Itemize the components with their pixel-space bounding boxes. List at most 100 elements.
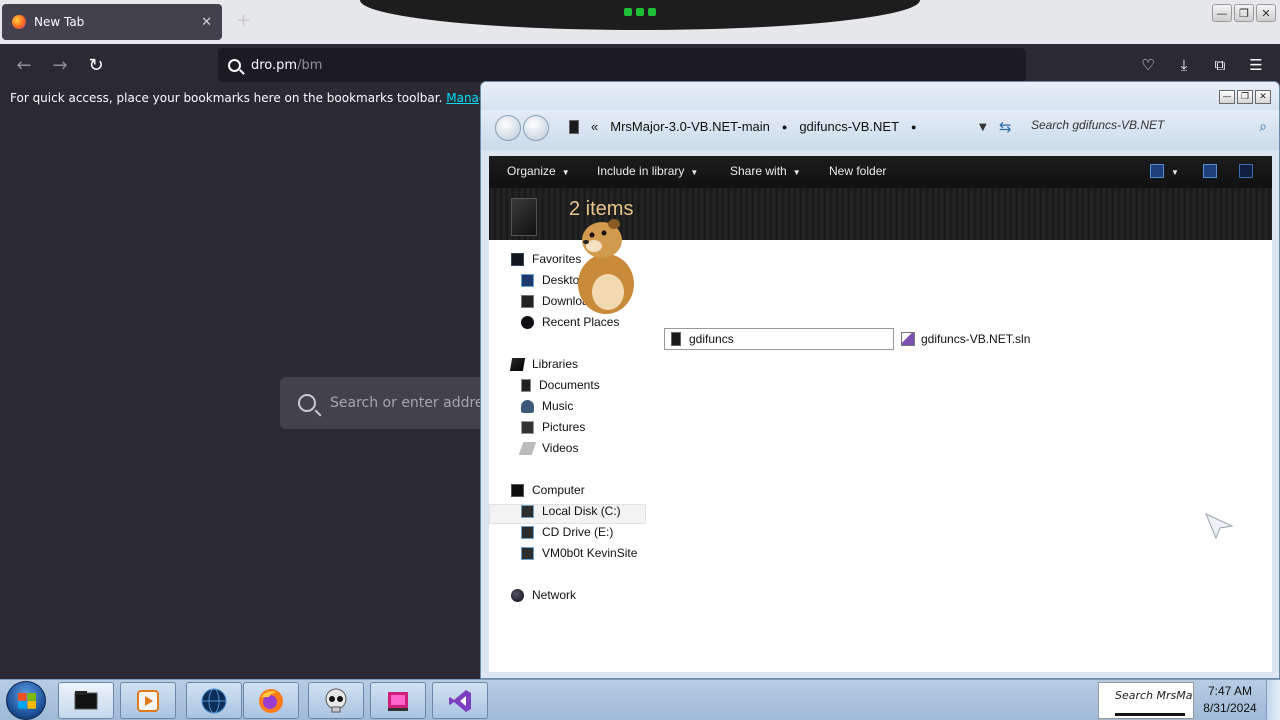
- url-bar[interactable]: dro.pm/bm: [218, 48, 1026, 82]
- green-indicator-icon: [624, 8, 632, 16]
- nav-computer[interactable]: Computer: [511, 483, 585, 497]
- minimize-button[interactable]: —: [1219, 90, 1235, 104]
- nav-label: Computer: [532, 483, 585, 497]
- reload-icon[interactable]: ↻: [85, 54, 107, 76]
- pictures-icon: [521, 420, 534, 434]
- back-button[interactable]: [495, 115, 521, 141]
- folder-icon: [671, 332, 681, 346]
- forward-button[interactable]: [523, 115, 549, 141]
- globe-icon: [201, 688, 227, 713]
- media-encoder-icon: [388, 691, 408, 711]
- chevron-down-icon: ▼: [792, 168, 801, 177]
- new-folder-label: New folder: [829, 164, 887, 178]
- restore-button[interactable]: ❐: [1237, 90, 1253, 104]
- media-player-icon: [137, 689, 159, 712]
- green-indicator-icon: [648, 8, 656, 16]
- breadcrumb-overflow[interactable]: «: [591, 119, 598, 134]
- explorer-search-placeholder: Search gdifuncs-VB.NET: [1031, 118, 1165, 132]
- breadcrumb-item[interactable]: MrsMajor-3.0-VB.NET-main: [610, 119, 770, 134]
- explorer-window: — ❐ ✕ « MrsMajor-3.0-VB.NET-main ● gdifu…: [480, 81, 1280, 679]
- search-icon: [298, 394, 316, 412]
- browser-nav-bar: ← → ↻ dro.pm/bm ♡ ⤓ ⧉ ☰: [0, 44, 1280, 86]
- tab-title: New Tab: [34, 15, 85, 29]
- cd-drive-icon: [521, 525, 534, 539]
- nav-libraries[interactable]: Libraries: [509, 357, 578, 371]
- view-dropdown-icon[interactable]: ▼: [1171, 164, 1179, 178]
- breadcrumb-separator-icon[interactable]: ●: [782, 122, 787, 132]
- nav-music[interactable]: Music: [521, 399, 573, 413]
- explorer-window-controls: — ❐ ✕: [1219, 90, 1271, 104]
- folder-icon: [569, 119, 579, 134]
- refresh-icon[interactable]: ⇆: [999, 118, 1012, 136]
- include-in-library-label: Include in library: [597, 164, 685, 178]
- nav-favorites[interactable]: Favorites: [511, 252, 581, 266]
- nav-cd-drive[interactable]: CD Drive (E:): [521, 525, 613, 539]
- videos-icon: [518, 441, 537, 455]
- include-in-library-menu[interactable]: Include in library ▼: [597, 164, 698, 178]
- forward-arrow-icon[interactable]: →: [49, 54, 71, 76]
- back-arrow-icon[interactable]: ←: [13, 54, 35, 76]
- nav-label: CD Drive (E:): [542, 525, 614, 539]
- breadcrumb[interactable]: « MrsMajor-3.0-VB.NET-main ● gdifuncs-VB…: [569, 119, 916, 134]
- nav-videos[interactable]: Videos: [518, 441, 579, 455]
- minimize-button[interactable]: —: [1212, 4, 1232, 22]
- taskbar-app-media-player[interactable]: [120, 682, 176, 719]
- file-item-folder[interactable]: gdifuncs: [664, 328, 894, 350]
- nav-documents[interactable]: Documents: [521, 378, 600, 392]
- nav-label: Local Disk (C:): [542, 504, 621, 518]
- explorer-command-bar: Organize ▼ Include in library ▼ Share with…: [489, 156, 1272, 188]
- new-tab-button[interactable]: +: [236, 10, 251, 31]
- new-folder-button[interactable]: New folder: [829, 164, 886, 178]
- clock-date: 8/31/2024: [1203, 701, 1257, 715]
- file-item-solution[interactable]: gdifuncs-VB.NET.sln: [901, 328, 1030, 350]
- nav-recent-places[interactable]: Recent Places: [521, 315, 619, 329]
- taskbar-app-firefox[interactable]: [243, 682, 299, 719]
- hamster-mascot-icon: [578, 219, 634, 314]
- nav-local-disk[interactable]: Local Disk (C:): [521, 504, 621, 518]
- search-icon: [228, 58, 241, 72]
- firefox-icon: [259, 688, 283, 713]
- url-path: /bm: [297, 57, 323, 73]
- download-icon[interactable]: ⤓: [1174, 55, 1194, 75]
- hamburger-menu-icon[interactable]: ☰: [1246, 55, 1266, 75]
- preview-pane-icon[interactable]: [1203, 164, 1217, 178]
- breadcrumb-item[interactable]: gdifuncs-VB.NET: [799, 119, 899, 134]
- change-view-icon[interactable]: [1150, 164, 1164, 178]
- browser-window-controls: — ❐ ✕: [1212, 4, 1276, 22]
- file-name: gdifuncs: [689, 332, 734, 346]
- taskbar-search-box[interactable]: Search MrsMa: [1098, 682, 1194, 719]
- nav-network-drive[interactable]: VM0b0t KevinSite: [521, 546, 637, 560]
- restore-button[interactable]: ❐: [1234, 4, 1254, 22]
- address-dropdown-icon[interactable]: ▼: [979, 122, 987, 133]
- explorer-title-bar[interactable]: — ❐ ✕: [481, 82, 1279, 110]
- pocket-icon[interactable]: ♡: [1138, 55, 1158, 75]
- search-icon[interactable]: ⌕: [1259, 118, 1267, 135]
- taskbar-app-visual-studio[interactable]: [432, 682, 488, 719]
- taskbar-app-file-manager[interactable]: [58, 682, 114, 719]
- close-button[interactable]: ✕: [1255, 90, 1271, 104]
- nav-network[interactable]: Network: [511, 588, 576, 602]
- tab-new-tab[interactable]: New Tab ✕: [2, 4, 222, 40]
- taskbar-app-media-encoder[interactable]: [370, 682, 426, 719]
- organize-menu[interactable]: Organize ▼: [507, 164, 570, 178]
- taskbar: Search MrsMa 7:47 AM 8/31/2024: [0, 679, 1280, 720]
- system-clock[interactable]: 7:47 AM 8/31/2024: [1198, 684, 1262, 715]
- taskbar-app-globe[interactable]: [186, 682, 242, 719]
- taskbar-search-text: Search MrsMa: [1115, 689, 1193, 702]
- help-icon[interactable]: [1239, 164, 1253, 178]
- nav-label: Videos: [542, 441, 579, 455]
- documents-icon: [521, 378, 531, 392]
- nav-pictures[interactable]: Pictures: [521, 420, 585, 434]
- close-button[interactable]: ✕: [1256, 4, 1276, 22]
- taskbar-app-skull[interactable]: [308, 682, 364, 719]
- extensions-icon[interactable]: ⧉: [1210, 55, 1230, 75]
- show-desktop-button[interactable]: [1266, 680, 1280, 720]
- nav-label: Network: [532, 588, 577, 602]
- share-with-menu[interactable]: Share with ▼: [730, 164, 801, 178]
- breadcrumb-separator-icon[interactable]: ●: [911, 122, 916, 132]
- start-button[interactable]: [6, 681, 46, 720]
- explorer-search-input[interactable]: Search gdifuncs-VB.NET ⌕: [1031, 118, 1271, 138]
- star-icon: [511, 252, 524, 266]
- visual-studio-icon: [449, 689, 471, 712]
- tab-close-icon[interactable]: ✕: [201, 15, 212, 30]
